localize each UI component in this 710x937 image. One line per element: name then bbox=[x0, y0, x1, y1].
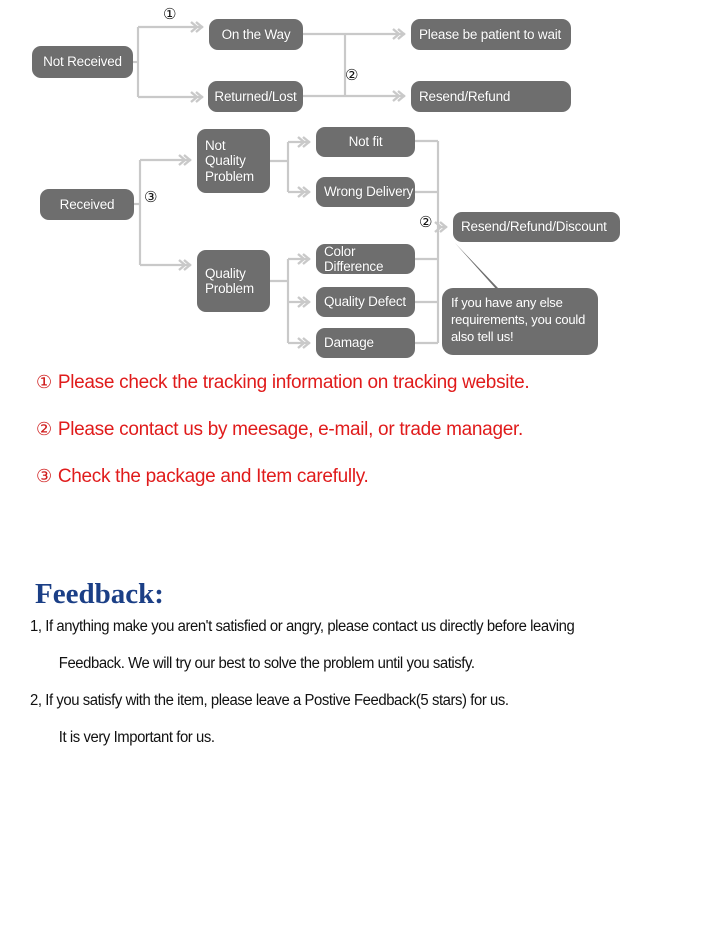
marker-3: ③ bbox=[144, 188, 158, 206]
node-not-fit: Not fit bbox=[316, 127, 415, 157]
note-text: Check the package and Item carefully. bbox=[57, 466, 369, 487]
node-not-quality-problem: Not Quality Problem bbox=[197, 129, 270, 193]
node-returned-lost: Returned/Lost bbox=[208, 81, 303, 112]
note-number: ① bbox=[36, 372, 52, 393]
red-notes-list: ① Please check the tracking information … bbox=[0, 372, 710, 513]
node-color-difference: Color Difference bbox=[316, 244, 415, 274]
feedback-line: 1, If anything make you aren't satisfied… bbox=[30, 618, 575, 635]
node-on-the-way: On the Way bbox=[209, 19, 303, 50]
feedback-line: Feedback. We will try our best to solve … bbox=[58, 655, 475, 672]
marker-2-top: ② bbox=[345, 66, 359, 84]
node-received: Received bbox=[40, 189, 134, 220]
feedback-heading: Feedback: bbox=[35, 578, 164, 610]
marker-2-bottom: ② bbox=[419, 213, 433, 231]
note-text: Please check the tracking information on… bbox=[57, 372, 530, 393]
note-text: Please contact us by meesage, e-mail, or… bbox=[57, 419, 523, 440]
note-item: ③ Check the package and Item carefully. bbox=[0, 466, 710, 488]
note-number: ② bbox=[36, 419, 52, 440]
note-number: ③ bbox=[36, 466, 52, 487]
note-item: ① Please check the tracking information … bbox=[0, 372, 710, 394]
node-damage: Damage bbox=[316, 328, 415, 358]
feedback-section: Feedback: 1, If anything make you aren't… bbox=[0, 578, 710, 765]
feedback-line: It is very Important for us. bbox=[58, 729, 215, 746]
node-quality-defect: Quality Defect bbox=[316, 287, 415, 317]
node-resend-refund-discount: Resend/Refund/Discount bbox=[453, 212, 620, 242]
node-quality-problem: Quality Problem bbox=[197, 250, 270, 312]
marker-1: ① bbox=[163, 5, 177, 23]
feedback-line: 2, If you satisfy with the item, please … bbox=[30, 692, 509, 709]
node-resend-refund: Resend/Refund bbox=[411, 81, 571, 112]
node-wrong-delivery: Wrong Delivery bbox=[316, 177, 415, 207]
node-not-received: Not Received bbox=[32, 46, 133, 78]
node-please-be-patient: Please be patient to wait bbox=[411, 19, 571, 50]
speech-bubble-extra-requirements: If you have any else requirements, you c… bbox=[442, 288, 598, 355]
note-item: ② Please contact us by meesage, e-mail, … bbox=[0, 419, 710, 441]
flowchart-diagram: Not Received On the Way Returned/Lost Pl… bbox=[0, 0, 710, 372]
